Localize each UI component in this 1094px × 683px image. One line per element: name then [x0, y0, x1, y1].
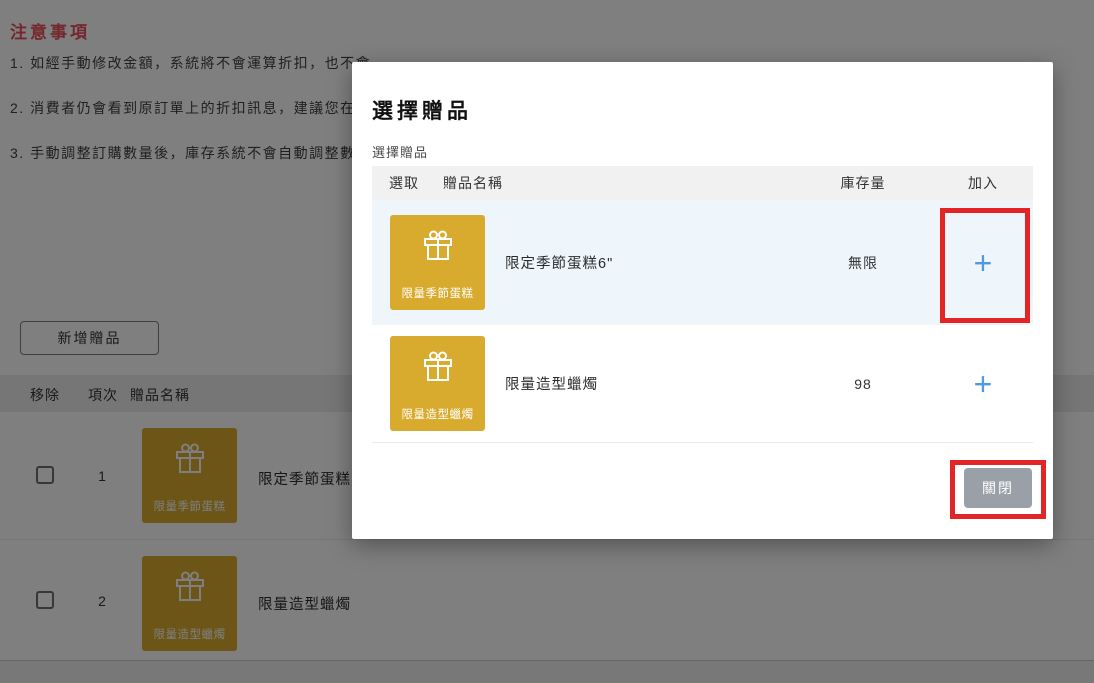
annotation-box-close-button: [950, 460, 1046, 519]
gift-name: 限定季節蛋糕6": [505, 252, 793, 273]
gift-image-tile: 限量季節蛋糕: [390, 215, 485, 310]
gift-stock: 98: [793, 376, 933, 392]
column-header-select: 選取: [372, 173, 426, 193]
gift-icon: [420, 228, 456, 264]
modal-table-row-1: 限量季節蛋糕 限定季節蛋糕6" 無限 +: [372, 200, 1033, 325]
modal-gift-table: 選取 贈品名稱 庫存量 加入 限量季節蛋糕 限定季節蛋糕6" 無: [372, 166, 1033, 443]
annotation-box-add-button: [940, 208, 1030, 323]
gift-tile-label: 限量造型蠟燭: [402, 406, 474, 422]
modal-title: 選擇贈品: [372, 95, 472, 125]
gift-tile-label: 限量季節蛋糕: [402, 285, 474, 301]
gift-image-tile: 限量造型蠟燭: [390, 336, 485, 431]
modal-table-row-2: 限量造型蠟燭 限量造型蠟燭 98 +: [372, 325, 1033, 443]
column-header-name: 贈品名稱: [426, 173, 793, 193]
modal-field-label: 選擇贈品: [372, 142, 428, 161]
modal-table-header: 選取 贈品名稱 庫存量 加入: [372, 166, 1033, 200]
gift-stock: 無限: [793, 253, 933, 273]
column-header-add: 加入: [933, 173, 1033, 193]
gift-name: 限量造型蠟燭: [505, 373, 793, 394]
add-gift-plus-button[interactable]: +: [933, 368, 1033, 400]
column-header-stock: 庫存量: [793, 173, 933, 193]
gift-icon: [420, 349, 456, 385]
